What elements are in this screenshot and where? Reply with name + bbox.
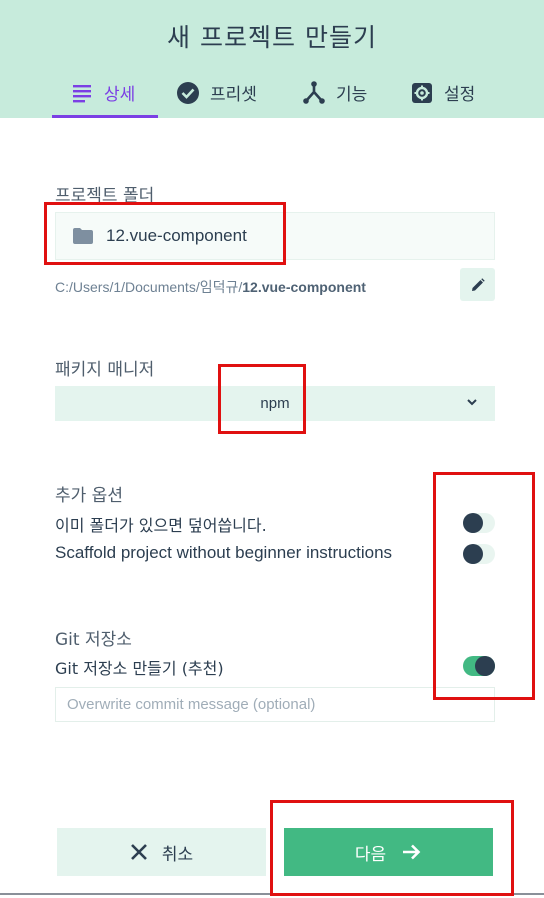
- folder-icon: [73, 228, 93, 244]
- cancel-button[interactable]: 취소: [57, 828, 266, 876]
- extra-options-label: 추가 옵션: [55, 486, 123, 506]
- tab-details-label: 상세: [104, 85, 136, 105]
- project-path: C:/Users/1/Documents/임덕규/12.vue-componen…: [55, 277, 366, 297]
- tab-features[interactable]: 기능: [302, 74, 367, 118]
- toggle-knob: [463, 513, 483, 533]
- merge-icon: [303, 81, 325, 104]
- tab-features-label: 기능: [336, 85, 368, 105]
- git-init-toggle[interactable]: [463, 656, 495, 676]
- tab-presets[interactable]: 프리셋: [176, 74, 257, 118]
- tab-details[interactable]: 상세: [52, 74, 158, 118]
- bottom-divider: [0, 893, 544, 895]
- overwrite-toggle[interactable]: [463, 513, 495, 533]
- package-manager-label: 패키지 매니저: [55, 360, 155, 380]
- project-folder-label: 프로젝트 폴더: [55, 186, 155, 206]
- header: 새 프로젝트 만들기 상세 프리셋 기능 설정: [0, 0, 544, 118]
- project-path-folder: 12.vue-component: [242, 279, 366, 295]
- scaffold-option-label: Scaffold project without beginner instru…: [55, 543, 393, 562]
- git-init-option-label: Git 저장소 만들기 (추천): [55, 659, 224, 678]
- tab-config-label: 설정: [444, 85, 476, 105]
- toggle-knob: [463, 544, 483, 564]
- scaffold-toggle[interactable]: [463, 544, 495, 564]
- arrow-right-icon: [403, 844, 421, 860]
- list-icon: [73, 85, 91, 103]
- tab-bar: 상세 프리셋 기능 설정: [0, 74, 544, 118]
- project-path-prefix: C:/Users/1/Documents/임덕규/: [55, 279, 243, 295]
- edit-path-button[interactable]: [460, 268, 495, 301]
- tab-config[interactable]: 설정: [410, 74, 475, 118]
- close-icon: [130, 844, 147, 860]
- page-title: 새 프로젝트 만들기: [167, 23, 377, 52]
- pencil-icon: [471, 277, 485, 291]
- toggle-knob: [475, 656, 495, 676]
- project-folder-field[interactable]: 12.vue-component: [55, 212, 495, 260]
- next-button-label: 다음: [354, 844, 387, 865]
- gear-icon: [412, 83, 432, 103]
- chevron-down-icon: [467, 399, 477, 406]
- package-manager-select[interactable]: npm: [55, 386, 495, 421]
- tab-presets-label: 프리셋: [210, 85, 257, 105]
- commit-message-input[interactable]: [55, 687, 495, 722]
- check-circle-icon: [177, 82, 199, 104]
- next-button[interactable]: 다음: [284, 828, 493, 876]
- cancel-button-label: 취소: [161, 844, 194, 865]
- git-section-label: Git 저장소: [55, 630, 132, 650]
- package-manager-value: npm: [260, 395, 290, 412]
- overwrite-option-label: 이미 폴더가 있으면 덮어씁니다.: [55, 516, 267, 535]
- project-folder-value: 12.vue-component: [106, 226, 247, 245]
